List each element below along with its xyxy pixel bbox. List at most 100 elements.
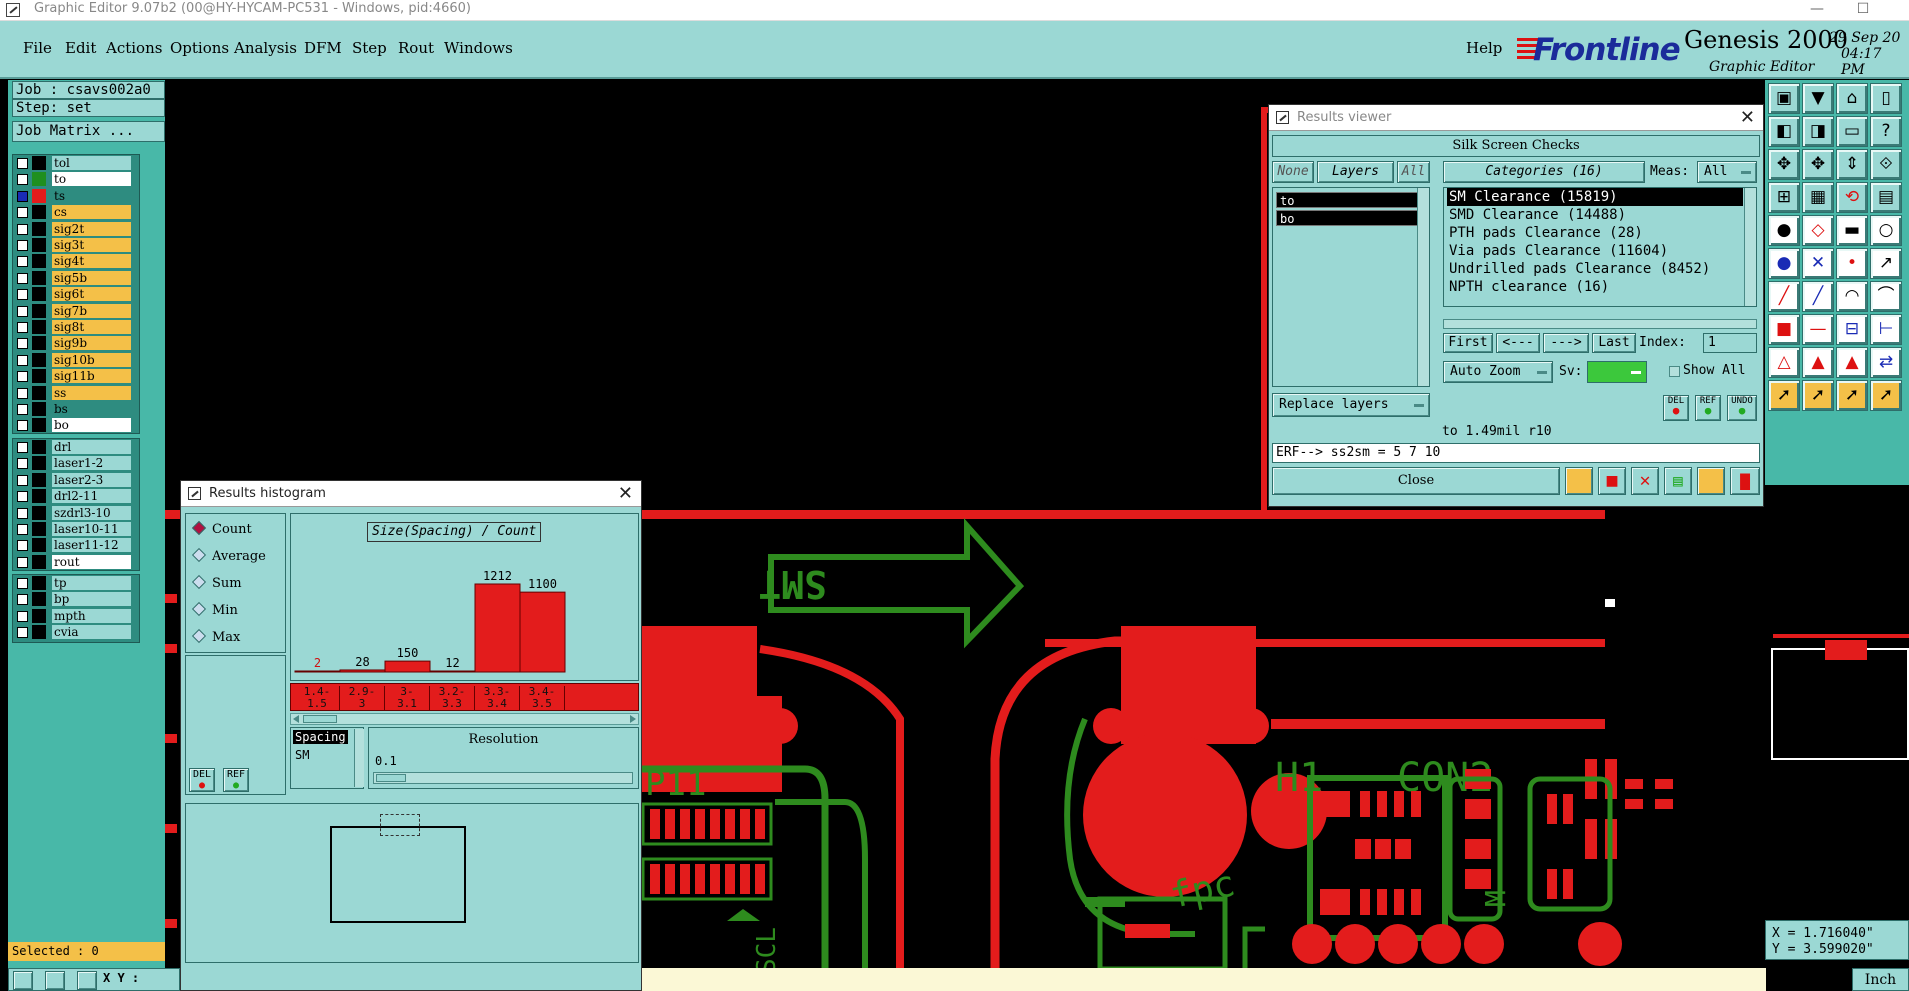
zoom-tool-icon[interactable]: [13, 971, 33, 990]
job-matrix-button[interactable]: Job Matrix ...: [12, 121, 165, 142]
layer-color-swatch[interactable]: [32, 238, 46, 252]
grid-icon[interactable]: ▦: [1802, 182, 1834, 213]
categories-button[interactable]: Categories (16): [1443, 161, 1645, 183]
cursor-icon[interactable]: ↗: [1870, 248, 1902, 279]
layer-row-drl[interactable]: drl: [13, 439, 139, 455]
menu-dfm[interactable]: DFM: [304, 39, 342, 57]
none-button[interactable]: None: [1272, 161, 1314, 183]
angle-icon[interactable]: ╱: [1802, 281, 1834, 312]
results-category-list[interactable]: SM Clearance (15819) SMD Clearance (1448…: [1443, 187, 1757, 307]
arrow-move-icon[interactable]: ➚: [1802, 380, 1834, 411]
resolution-slider-thumb[interactable]: [376, 774, 406, 782]
layer-color-swatch[interactable]: [32, 402, 46, 416]
dash-icon[interactable]: —: [1802, 314, 1834, 345]
results-close-x[interactable]: ✕: [1740, 107, 1755, 128]
layer-name[interactable]: tp: [52, 576, 131, 590]
layer-checkbox[interactable]: [17, 420, 28, 432]
layer-checkbox[interactable]: [17, 524, 28, 535]
histogram-ref-button[interactable]: REF ●: [223, 768, 249, 792]
layer-row-bs[interactable]: bs: [13, 401, 139, 417]
layer-color-swatch[interactable]: [32, 456, 46, 471]
spacing-scrollbar[interactable]: [354, 729, 364, 787]
layer-name[interactable]: sig8t: [52, 320, 131, 334]
notes-icon[interactable]: [1697, 467, 1725, 495]
layer-name[interactable]: cs: [52, 205, 131, 220]
layer-color-swatch[interactable]: [32, 592, 46, 607]
layer-color-swatch[interactable]: [32, 608, 46, 623]
histogram-icon[interactable]: ▇: [1730, 467, 1760, 495]
layer-item-to[interactable]: to: [1276, 192, 1418, 208]
layer-item-bo[interactable]: bo: [1276, 210, 1418, 226]
spacing-item[interactable]: Spacing: [293, 730, 348, 744]
mode-max-radio[interactable]: Max: [191, 628, 240, 645]
prev-button[interactable]: <---: [1496, 333, 1540, 353]
layer-row-laser1-2[interactable]: laser1-2: [13, 455, 139, 471]
menu-rout[interactable]: Rout: [398, 39, 434, 57]
layer-color-swatch[interactable]: [32, 554, 46, 569]
layer-checkbox[interactable]: [17, 174, 28, 186]
redo-view-icon[interactable]: ◨: [1802, 116, 1834, 147]
report-icon[interactable]: [1565, 467, 1593, 495]
layer-color-swatch[interactable]: [32, 156, 46, 170]
menu-actions[interactable]: Actions: [106, 39, 162, 57]
resolution-slider[interactable]: [373, 772, 633, 784]
results-layer-list[interactable]: to bo: [1272, 187, 1430, 387]
layer-color-swatch[interactable]: [32, 221, 46, 236]
layer-color-swatch[interactable]: [32, 270, 46, 285]
undo-button[interactable]: UNDO ●: [1727, 395, 1757, 421]
zoom-in-icon[interactable]: ▼: [1802, 83, 1834, 114]
layer-checkbox[interactable]: [17, 305, 28, 317]
layer-checkbox[interactable]: [17, 540, 28, 552]
layout-icon[interactable]: ▭: [1836, 116, 1868, 147]
layer-row-szdrl3-10[interactable]: szdrl3-10: [13, 505, 139, 521]
layer-row-cvia[interactable]: cvia: [13, 624, 139, 640]
layer-checkbox[interactable]: [17, 594, 28, 606]
layer-name[interactable]: bo: [52, 418, 131, 433]
layer-checkbox[interactable]: [17, 289, 28, 301]
filter-icon[interactable]: ▤: [1870, 182, 1902, 213]
layer-checkbox[interactable]: [17, 578, 28, 589]
arrow-scale-icon[interactable]: ➚: [1870, 380, 1902, 411]
layer-row-ts[interactable]: ts: [13, 188, 139, 204]
category-label[interactable]: 1.4- 1.5: [295, 686, 340, 710]
pan-icon[interactable]: ✥: [1802, 149, 1834, 180]
category-label[interactable]: 3- 3.1: [385, 686, 430, 710]
layer-color-swatch[interactable]: [32, 205, 46, 220]
diagonal-icon[interactable]: ╱: [1768, 281, 1800, 312]
layer-name[interactable]: sig4t: [52, 254, 131, 269]
layer-name[interactable]: rout: [52, 554, 131, 569]
histogram-bar[interactable]: [294, 670, 341, 673]
help-icon[interactable]: ?: [1870, 116, 1902, 147]
draw-icon[interactable]: ◇: [1802, 215, 1834, 246]
category-item[interactable]: Undrilled pads Clearance (8452): [1447, 260, 1743, 278]
category-label[interactable]: 2.9- 3: [340, 686, 385, 710]
last-button[interactable]: Last: [1592, 333, 1636, 353]
layer-name[interactable]: laser1-2: [52, 456, 131, 471]
grid-tool-icon[interactable]: [77, 971, 97, 990]
mirror-icon[interactable]: ▲: [1836, 347, 1868, 378]
minimap[interactable]: [1771, 634, 1909, 760]
layer-row-sig2t[interactable]: sig2t: [13, 221, 139, 237]
histogram-scrollbar[interactable]: [290, 713, 639, 725]
pad-icon[interactable]: ●: [1768, 215, 1800, 246]
measure-icon[interactable]: ⊞: [1768, 182, 1800, 213]
layer-checkbox[interactable]: [17, 474, 28, 486]
layer-checkbox[interactable]: [17, 627, 28, 639]
mode-average-radio[interactable]: Average: [191, 547, 266, 564]
fit-icon[interactable]: ✥: [1768, 149, 1800, 180]
layer-row-bo[interactable]: bo: [13, 417, 139, 433]
point-icon[interactable]: •: [1836, 248, 1868, 279]
layer-checkbox[interactable]: [17, 610, 28, 622]
category-label[interactable]: 3.2- 3.3: [430, 686, 475, 710]
meas-select[interactable]: All: [1697, 161, 1757, 183]
layer-list-scrollbar[interactable]: [1417, 188, 1429, 386]
layer-row-to[interactable]: to: [13, 171, 139, 187]
cross-node-icon[interactable]: ✕: [1802, 248, 1834, 279]
sm-item[interactable]: SM: [295, 748, 309, 762]
sv-select[interactable]: [1587, 361, 1647, 383]
scale-icon[interactable]: ⇕: [1836, 149, 1868, 180]
layer-checkbox[interactable]: [17, 404, 28, 415]
node-icon[interactable]: ●: [1768, 248, 1800, 279]
del-button[interactable]: DEL ●: [1663, 395, 1689, 421]
category-item[interactable]: SMD Clearance (14488): [1447, 206, 1743, 224]
